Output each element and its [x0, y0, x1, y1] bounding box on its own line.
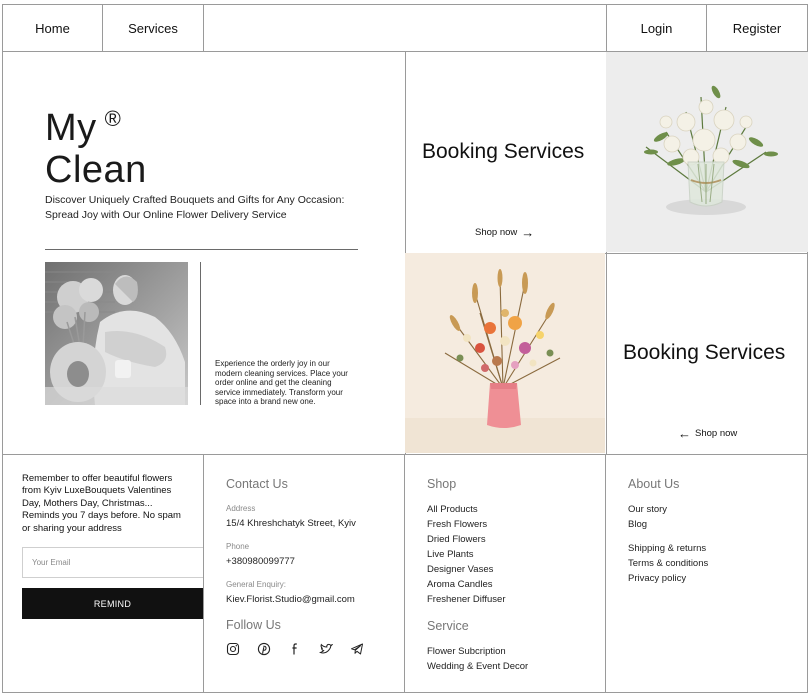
- hero-subtitle: Discover Uniquely Crafted Bouquets and G…: [45, 194, 345, 221]
- shop-now-link[interactable]: ← Shop now: [678, 425, 738, 441]
- registered-mark: ®: [104, 106, 122, 131]
- divider: [3, 454, 807, 455]
- address-label: Address: [226, 504, 256, 513]
- email-value[interactable]: Kiev.Florist.Studio@gmail.com: [226, 594, 355, 605]
- email-input[interactable]: [22, 547, 203, 578]
- about-link-blog[interactable]: Blog: [628, 519, 647, 530]
- instagram-icon[interactable]: [226, 642, 240, 656]
- shop-now-label: Shop now: [475, 227, 518, 238]
- about-link-shipping-returns[interactable]: Shipping & returns: [628, 543, 706, 554]
- about-link-terms-conditions[interactable]: Terms & conditions: [628, 558, 708, 569]
- shop-now-label: Shop now: [695, 428, 738, 439]
- shop-heading: Shop: [427, 477, 457, 491]
- about-link-our-story[interactable]: Our story: [628, 504, 667, 515]
- shop-link-freshener-diffuser[interactable]: Freshener Diffuser: [427, 594, 506, 605]
- hero-title: My ® Clean: [45, 98, 147, 191]
- telegram-icon[interactable]: [350, 642, 364, 656]
- service-link-flower-subscription[interactable]: Flower Subcription: [427, 646, 506, 657]
- shop-link-all-products[interactable]: All Products: [427, 504, 478, 515]
- hero-divider: [45, 249, 358, 250]
- hero-photo: [45, 262, 188, 405]
- contact-heading: Contact Us: [226, 477, 288, 491]
- white-bouquet-image: [606, 52, 808, 252]
- shop-link-designer-vases[interactable]: Designer Vases: [427, 564, 493, 575]
- tile-bottom-title: Booking Services: [623, 341, 786, 364]
- hero-vertical-divider: [200, 262, 201, 405]
- nav-login[interactable]: Login: [606, 5, 707, 52]
- about-heading: About Us: [628, 477, 680, 491]
- about-link-privacy-policy[interactable]: Privacy policy: [628, 573, 686, 584]
- divider: [203, 454, 204, 693]
- phone-value[interactable]: +380980099777: [226, 556, 295, 567]
- white-bouquet-illustration: [606, 52, 808, 252]
- dried-bouquet-image: [405, 253, 605, 453]
- hero-title-line2: Clean: [45, 149, 147, 191]
- pinterest-icon[interactable]: [257, 642, 271, 656]
- facebook-icon[interactable]: [288, 642, 302, 656]
- twitter-icon[interactable]: [319, 642, 333, 656]
- tile-top-title: Booking Services: [422, 140, 585, 163]
- shop-now-link[interactable]: Shop now →: [475, 224, 535, 240]
- shop-link-fresh-flowers[interactable]: Fresh Flowers: [427, 519, 487, 530]
- newsletter-text: Remember to offer beautiful flowers from…: [22, 473, 181, 534]
- nav-services[interactable]: Services: [103, 5, 204, 52]
- service-link-wedding-event-decor[interactable]: Wedding & Event Decor: [427, 661, 528, 672]
- remind-button[interactable]: REMIND: [22, 588, 203, 619]
- enquiry-label: General Enquiry:: [226, 580, 287, 589]
- follow-heading: Follow Us: [226, 618, 281, 632]
- hero-description: Experience the orderly joy in our modern…: [215, 359, 348, 407]
- dried-bouquet-illustration: [405, 253, 605, 453]
- divider: [605, 454, 606, 693]
- shop-link-live-plants[interactable]: Live Plants: [427, 549, 473, 560]
- arrow-right-icon: →: [521, 224, 535, 240]
- address-value: 15/4 Khreshchatyk Street, Kyiv: [226, 518, 356, 529]
- divider: [404, 454, 405, 693]
- phone-label: Phone: [226, 542, 250, 551]
- arrow-left-icon: ←: [678, 425, 691, 441]
- service-heading: Service: [427, 619, 469, 633]
- shop-link-dried-flowers[interactable]: Dried Flowers: [427, 534, 486, 545]
- shop-link-aroma-candles[interactable]: Aroma Candles: [427, 579, 492, 590]
- nav-register[interactable]: Register: [707, 5, 807, 52]
- nav-home[interactable]: Home: [3, 5, 103, 52]
- woman-with-flowers-image: [45, 262, 188, 405]
- hero-title-line1: My: [45, 107, 97, 149]
